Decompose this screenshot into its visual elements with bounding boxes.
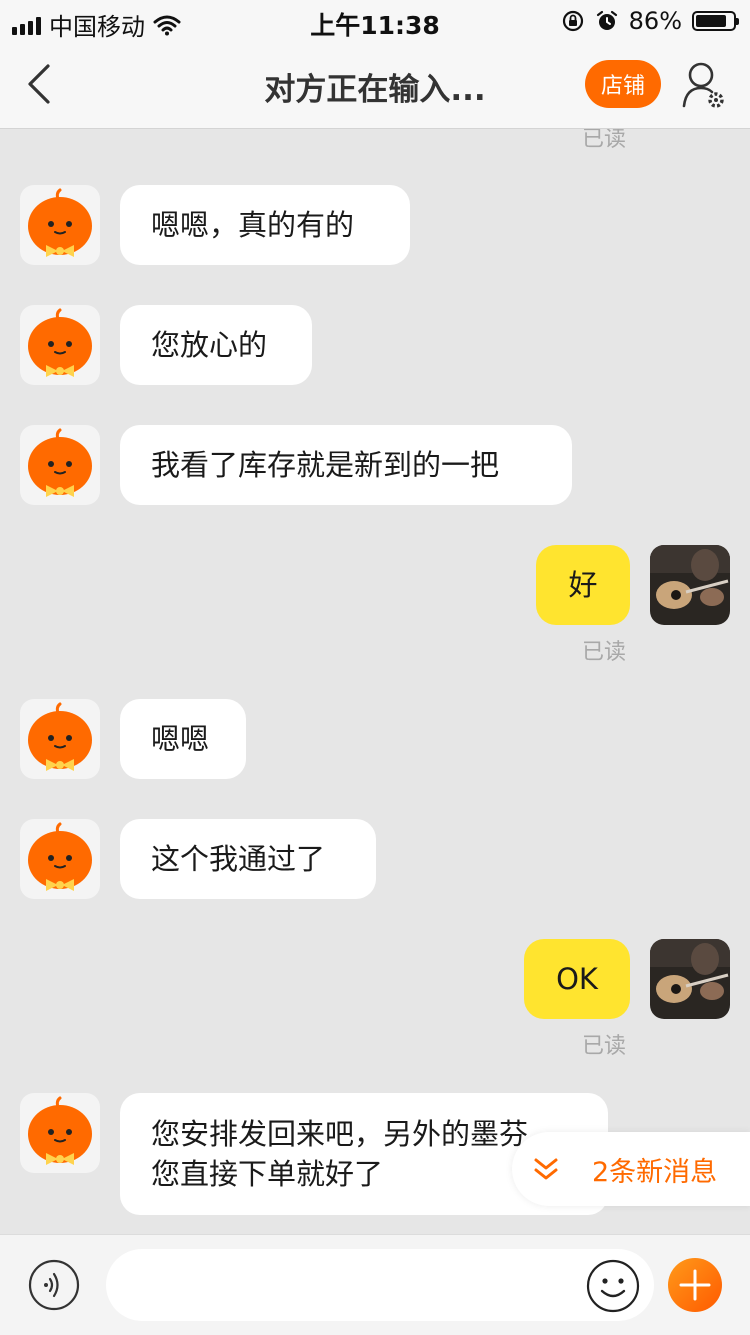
nav-bar: 对方正在输入... 店铺 xyxy=(0,42,750,129)
chat-area[interactable]: 已读 嗯嗯，真的有的 您放心的 我看了库存就是新到的一把 好 已读 嗯嗯 这个我… xyxy=(0,129,750,1233)
user-photo-icon xyxy=(650,939,730,1019)
voice-button[interactable] xyxy=(28,1259,80,1311)
lock-rotation-icon xyxy=(562,10,583,32)
seller-avatar[interactable] xyxy=(20,819,100,899)
status-right: 86% xyxy=(561,7,739,35)
seller-avatar[interactable] xyxy=(20,425,100,505)
read-receipt: 已读 xyxy=(582,640,627,665)
new-messages-label: 2条新消息 xyxy=(592,1156,718,1188)
mascot-icon xyxy=(28,1096,92,1165)
plus-button[interactable] xyxy=(668,1258,722,1312)
message-bubble[interactable]: 我看了库存就是新到的一把 xyxy=(120,425,572,505)
profile-settings-icon xyxy=(682,62,724,108)
plus-icon xyxy=(679,1269,711,1301)
mascot-icon xyxy=(28,188,92,257)
user-avatar[interactable] xyxy=(650,939,730,1019)
alarm-icon xyxy=(596,10,617,30)
mascot-icon xyxy=(28,702,92,771)
read-receipt: 已读 xyxy=(582,1034,627,1059)
seller-avatar[interactable] xyxy=(20,699,100,779)
emoji-icon xyxy=(586,1259,640,1313)
user-photo-icon xyxy=(650,545,730,625)
double-chevron-down-icon xyxy=(534,1158,558,1180)
emoji-button[interactable] xyxy=(586,1259,640,1313)
seller-avatar[interactable] xyxy=(20,1093,100,1173)
seller-avatar[interactable] xyxy=(20,305,100,385)
new-messages-button[interactable]: 2条新消息 xyxy=(512,1132,750,1206)
message-bubble[interactable]: 这个我通过了 xyxy=(120,819,376,899)
message-bubble[interactable]: 嗯嗯，真的有的 xyxy=(120,185,410,265)
mascot-icon xyxy=(28,822,92,891)
shop-button[interactable]: 店铺 xyxy=(585,60,661,108)
read-receipt: 已读 xyxy=(582,129,627,152)
voice-icon xyxy=(28,1259,80,1311)
user-avatar[interactable] xyxy=(650,545,730,625)
message-line: 您安排发回来吧，另外的墨芬 xyxy=(151,1117,529,1151)
status-bar: 中国移动 上午11:38 86% xyxy=(0,0,750,42)
battery-icon xyxy=(692,11,739,31)
message-bubble[interactable]: OK xyxy=(524,939,630,1019)
message-bubble[interactable]: 您放心的 xyxy=(120,305,312,385)
battery-level xyxy=(696,15,727,27)
message-bubble[interactable]: 好 xyxy=(536,545,630,625)
mascot-icon xyxy=(28,308,92,377)
profile-settings-button[interactable] xyxy=(682,60,726,110)
seller-avatar[interactable] xyxy=(20,185,100,265)
mascot-icon xyxy=(28,428,92,497)
battery-percent: 86% xyxy=(628,7,682,35)
message-bubble[interactable]: 嗯嗯 xyxy=(120,699,246,779)
input-bar xyxy=(0,1234,750,1335)
message-input[interactable] xyxy=(106,1249,654,1321)
